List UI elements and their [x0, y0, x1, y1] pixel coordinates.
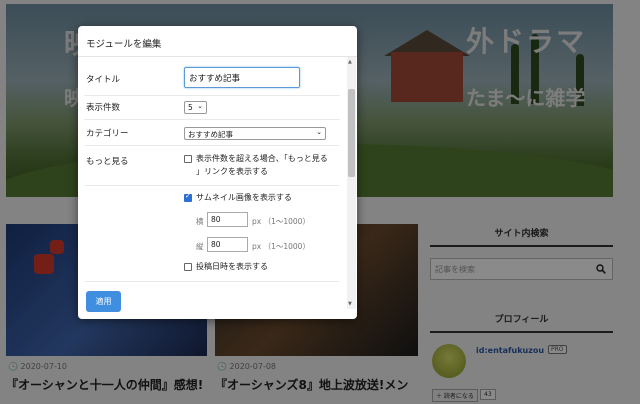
- height-value: 80: [211, 240, 221, 249]
- dialog-body: タイトル おすすめ記事 表示件数 5 ⌄ カテゴリー おすすめ記事 ⌄ もっと見…: [78, 57, 348, 309]
- count-select-value: 5: [188, 103, 193, 112]
- divider: [84, 281, 340, 282]
- count-label: 表示件数: [86, 103, 121, 113]
- more-checkbox[interactable]: [184, 155, 192, 163]
- scroll-down-icon[interactable]: ▼: [348, 301, 352, 307]
- category-label: カテゴリー: [86, 129, 129, 139]
- dialog-title: モジュールを編集: [86, 39, 162, 50]
- more-checkbox-label: 表示件数を超える場合、「もっと見る: [196, 154, 328, 163]
- title-label: タイトル: [86, 75, 121, 85]
- thumbnail-height-input[interactable]: 80: [207, 237, 248, 252]
- width-label: 横: [196, 217, 204, 226]
- edit-module-dialog: モジュールを編集 タイトル おすすめ記事 表示件数 5 ⌄ カテゴリー おすすめ…: [78, 26, 357, 319]
- thumbnail-checkbox[interactable]: [184, 192, 192, 202]
- dialog-scrollbar[interactable]: ▲ ▼: [347, 57, 356, 309]
- apply-button[interactable]: 適用: [86, 291, 121, 312]
- divider: [84, 119, 340, 120]
- scroll-up-icon[interactable]: ▲: [348, 59, 352, 65]
- width-unit: px （1〜1000）: [252, 217, 310, 226]
- scrollbar-thumb[interactable]: [348, 89, 355, 177]
- height-unit: px （1〜1000）: [252, 242, 310, 251]
- more-label: もっと見る: [86, 157, 129, 167]
- category-select-value: おすすめ記事: [188, 130, 233, 139]
- width-value: 80: [211, 215, 221, 224]
- thumbnail-checkbox-label: サムネイル画像を表示する: [196, 193, 292, 202]
- more-checkbox-label-cont: 」リンクを表示する: [196, 167, 268, 176]
- height-label: 縦: [196, 242, 204, 251]
- category-select[interactable]: おすすめ記事 ⌄: [184, 127, 326, 140]
- chevron-down-icon: ⌄: [197, 102, 203, 110]
- date-checkbox[interactable]: [184, 263, 192, 271]
- thumbnail-width-input[interactable]: 80: [207, 212, 248, 227]
- title-input-value: おすすめ記事: [189, 74, 241, 84]
- divider: [84, 145, 340, 146]
- divider: [84, 185, 340, 186]
- title-input[interactable]: おすすめ記事: [184, 67, 300, 88]
- count-select[interactable]: 5 ⌄: [184, 101, 207, 114]
- date-checkbox-label: 投稿日時を表示する: [196, 262, 268, 271]
- chevron-down-icon: ⌄: [316, 128, 322, 136]
- divider: [84, 95, 340, 96]
